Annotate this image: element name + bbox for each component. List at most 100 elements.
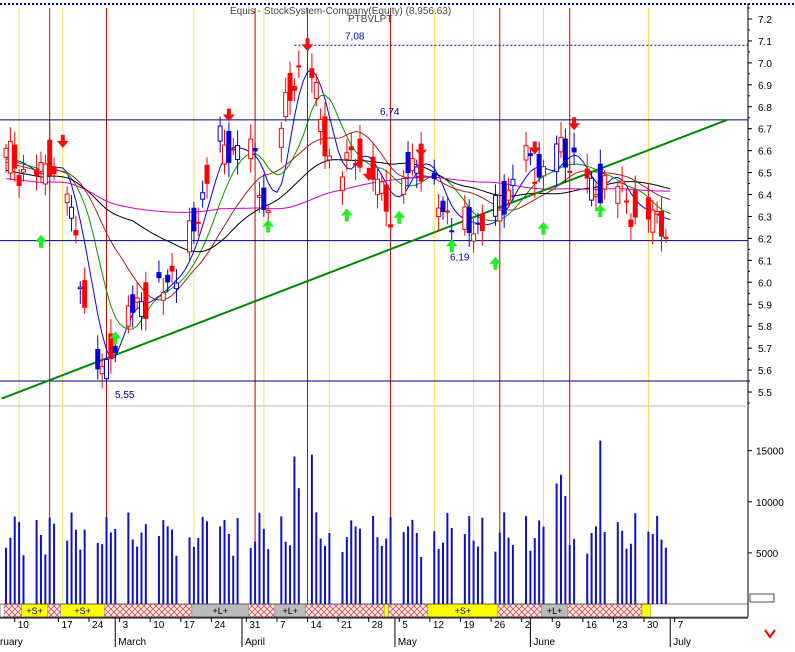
price-tick-label: 6.1 [758,256,772,267]
signal-band-label: +L+ [282,606,298,616]
signal-band [567,603,643,618]
candle-body [444,210,450,213]
x-tick-label: 9 [555,620,561,631]
candle-body [34,169,40,177]
x-tick-label: 17 [61,620,73,631]
candle-body [497,209,503,222]
candle-body [527,153,533,157]
candle-body [252,147,258,152]
candle-body [226,130,232,163]
signal-band-layer: +S+ +S+ +L+ +L+ +S+ +L+ [0,603,749,618]
month-label: February [0,637,23,647]
candle-body [73,230,79,236]
price-tick-label: 7.1 [758,37,772,48]
candle-body [296,65,302,68]
candle-body [104,359,110,380]
candle-body [160,292,166,301]
candle-body [409,158,415,172]
signal-band [383,603,389,618]
price-tick-label: 6.3 [758,212,772,223]
x-tick-label: 10 [153,620,165,631]
candle-body [256,194,262,198]
candle-body [619,180,625,184]
candle-body [645,197,651,220]
signal-band [47,603,62,618]
signal-band [305,603,385,618]
signal-band [497,603,542,618]
candle-body [51,166,57,175]
price-tick-label: 6.2 [758,234,772,245]
candle-body [265,210,271,213]
candle-body [204,164,210,184]
price-tick-label: 6.9 [758,81,772,92]
price-tick-label: 5.6 [758,366,772,377]
candle-body [77,286,83,290]
candle-body [449,230,455,233]
candle-body [475,222,481,225]
x-tick-label: 17 [184,620,196,631]
candle-body [541,166,547,177]
x-tick-label: 7 [678,620,684,631]
signal-band [388,603,429,618]
month-label: March [118,637,146,647]
candle-body [130,294,136,313]
candle-body [125,305,131,327]
chart-root: 7,08 6,74 6,19 5,55 +S+ +S+ +L+ +L+ +S+ +L+ Equi… [0,0,795,648]
candle-body [16,175,22,187]
candle-body [436,207,442,217]
candle-body [589,177,595,201]
month-label: May [398,637,417,647]
candle-body [191,207,197,232]
price-tick-label: 6.4 [758,191,772,202]
signal-band-label: +S+ [26,606,43,616]
x-tick-label: 24 [92,620,104,631]
candle-body [134,297,140,303]
chart-subtitle: PTBVLPT [348,14,392,25]
price-tick-label: 5.8 [758,322,772,333]
chart-svg: 7,08 6,74 6,19 5,55 +S+ +S+ +L+ +L+ +S+ +L+ Equi… [0,0,795,648]
candle-body [632,190,638,218]
candle-body [466,207,472,233]
candle-body [492,195,498,217]
candle-body [379,181,385,194]
candle-body [348,146,354,151]
candle-body [318,119,324,133]
x-tick-label: 12 [433,620,445,631]
candle-body [69,206,75,219]
x-tick-label: 21 [341,620,353,631]
candle-body [195,221,201,224]
candle-body [344,152,350,160]
candle-body [20,169,26,173]
x-tick-label: 31 [249,620,261,631]
candle-body [261,187,267,211]
candle-body [322,116,328,157]
price-tick-label: 7.0 [758,59,772,70]
candle-body [283,92,289,118]
candle-body [597,163,603,204]
volume-tick-label: 5000 [756,549,779,560]
candle-body [38,162,44,173]
hline-label: 5,55 [115,390,135,401]
candle-body [235,145,241,161]
candle-body [479,213,485,232]
candle-body [112,345,118,354]
candle-body [309,68,315,78]
candle-body [571,147,577,153]
candle-body [248,138,254,160]
price-tick-label: 6.5 [758,169,772,180]
candle-body [414,166,420,174]
x-tick-label: 23 [616,620,628,631]
candle-body [506,189,512,201]
candle-body [278,127,284,148]
candle-body [383,184,389,212]
month-label: April [245,637,265,647]
candle-body [339,176,345,191]
signal-band-label: +S+ [74,606,91,616]
candle-body [291,85,297,91]
candle-body [165,274,171,283]
candle-body [440,200,446,212]
candle-body [143,282,149,319]
signal-band [248,603,276,618]
x-tick-label: 5 [402,620,408,631]
signal-band [3,603,22,618]
